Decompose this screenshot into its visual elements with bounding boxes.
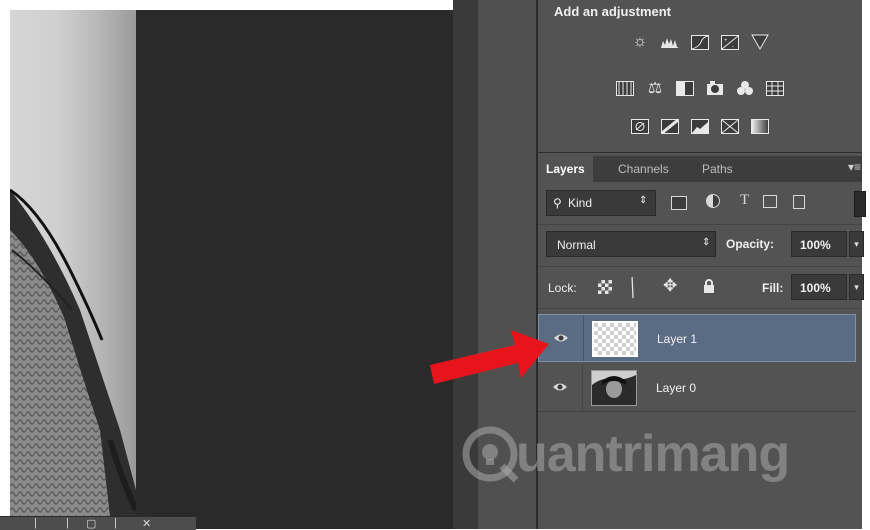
opacity-value: 100%: [800, 238, 831, 252]
color-lookup-icon[interactable]: [765, 78, 785, 98]
fill-dropdown-button[interactable]: ▾: [849, 274, 864, 300]
divider-icon: |: [114, 517, 117, 529]
channel-mixer-icon[interactable]: [735, 78, 755, 98]
curves-icon[interactable]: [690, 32, 710, 52]
lock-transparent-pixels-icon[interactable]: [598, 280, 612, 294]
adjustments-row-3: [538, 116, 862, 136]
selective-color-icon[interactable]: [720, 116, 740, 136]
divider-icon: |: [66, 517, 69, 529]
layer-thumbnail-photo: [591, 370, 637, 406]
fill-value: 100%: [800, 281, 831, 295]
filter-kind-select[interactable]: ⚲ Kind ⇕: [546, 190, 656, 216]
panel-tab-bar: Layers Channels Paths: [538, 156, 862, 182]
eye-column-divider: [582, 364, 583, 412]
updown-arrow-icon: ⇕: [702, 237, 711, 248]
eye-visibility-icon[interactable]: [553, 331, 569, 345]
eye-column-divider: [583, 315, 584, 361]
tab-layers[interactable]: Layers: [538, 156, 593, 182]
layer-thumbnail-transparent: [592, 321, 638, 357]
gradient-map-icon[interactable]: [750, 116, 770, 136]
blend-mode-value: Normal: [557, 238, 596, 252]
levels-icon[interactable]: [660, 32, 680, 52]
lock-all-icon[interactable]: [703, 279, 715, 293]
svg-text:-: -: [732, 44, 734, 50]
updown-arrow-icon: ⇕: [639, 195, 648, 206]
photo-content-image: [10, 188, 136, 516]
canvas-photo[interactable]: [10, 10, 136, 516]
posterize-icon[interactable]: [660, 116, 680, 136]
adjustments-row-2: ⚖: [538, 78, 862, 98]
vibrance-icon[interactable]: [615, 78, 635, 98]
search-icon: ⚲: [553, 196, 562, 210]
watermark-logo-icon: [462, 426, 519, 483]
tab-channels[interactable]: Channels: [610, 156, 677, 182]
adjustments-row-1: ☼ + -: [538, 32, 862, 52]
color-balance-icon[interactable]: ⚖: [645, 78, 665, 98]
restore-icon[interactable]: ▢: [86, 517, 96, 530]
filter-type-icon[interactable]: T: [740, 192, 749, 209]
canvas-bottom-bar: | | ▢ | ✕: [0, 516, 196, 530]
layer-row-layer-1[interactable]: Layer 1: [538, 314, 856, 362]
threshold-icon[interactable]: [690, 116, 710, 136]
red-arrow-annotation: [430, 330, 549, 384]
photo-filter-icon[interactable]: [705, 78, 725, 98]
layer-name: Layer 1: [657, 332, 698, 346]
exposure-icon[interactable]: + -: [720, 32, 740, 52]
filter-pixel-icon[interactable]: [671, 196, 687, 210]
gradient-triangle-icon[interactable]: [750, 32, 770, 52]
lock-position-icon[interactable]: ✥: [663, 276, 677, 296]
canvas-workspace: [136, 10, 453, 529]
fill-input[interactable]: 100%: [791, 274, 847, 300]
brightness-contrast-icon[interactable]: ☼: [630, 32, 650, 52]
opacity-dropdown-button[interactable]: ▾: [849, 231, 864, 257]
close-icon[interactable]: ✕: [142, 517, 151, 530]
fill-label: Fill:: [762, 281, 784, 295]
black-white-icon[interactable]: [675, 78, 695, 98]
filter-shape-icon[interactable]: [763, 195, 777, 208]
layer-row-layer-0[interactable]: Layer 0: [538, 364, 856, 412]
opacity-input[interactable]: 100%: [791, 231, 847, 257]
filter-smart-object-icon[interactable]: [793, 195, 805, 209]
panel-menu-icon[interactable]: ▾≡: [848, 160, 861, 174]
opacity-label: Opacity:: [726, 237, 775, 251]
adjustments-title: Add an adjustment: [554, 4, 672, 19]
filter-adjustment-icon[interactable]: [706, 194, 720, 208]
lock-label: Lock:: [548, 281, 577, 295]
blend-mode-select[interactable]: Normal ⇕: [546, 231, 716, 257]
watermark-text: uantrimang: [516, 425, 790, 483]
invert-icon[interactable]: [630, 116, 650, 136]
layer-name: Layer 0: [656, 381, 697, 395]
divider-icon: |: [34, 517, 37, 529]
filter-toggle[interactable]: [854, 191, 866, 217]
svg-text:+: +: [724, 38, 728, 44]
filter-kind-label: Kind: [568, 196, 593, 210]
tab-paths[interactable]: Paths: [694, 156, 741, 182]
